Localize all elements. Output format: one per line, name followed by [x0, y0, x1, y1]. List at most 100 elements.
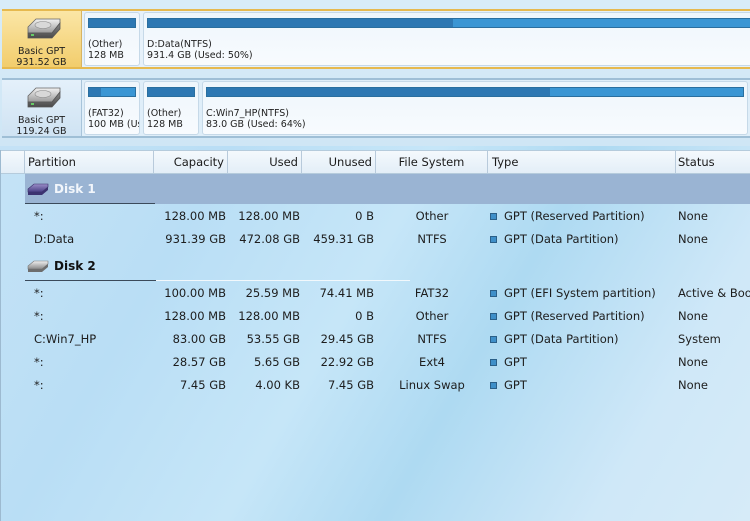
table-row[interactable]: *: 100.00 MB 25.59 MB 74.41 MB FAT32 GPT…: [1, 282, 750, 305]
cell-unused: 0 B: [355, 209, 374, 223]
usage-bar: [147, 18, 750, 28]
partition-block[interactable]: D:Data(NTFS) 931.4 GB (Used: 50%): [143, 12, 750, 66]
header-spacer: [1, 151, 25, 173]
disk-group-name: Disk 1: [54, 182, 96, 196]
cell-type: GPT (Data Partition): [490, 228, 676, 251]
partition-type-icon: [490, 359, 497, 366]
table-row[interactable]: *: 128.00 MB 128.00 MB 0 B Other GPT (Re…: [1, 205, 750, 228]
disk-map-row-disk-1[interactable]: Basic GPT 931.52 GB (Other) 128 MB D:Dat…: [2, 9, 750, 69]
partition-detail: 931.4 GB (Used: 50%): [147, 50, 253, 61]
partition-detail: 83.0 GB (Used: 64%): [206, 119, 306, 130]
list-header: Partition Capacity Used Unused File Syst…: [1, 150, 750, 174]
cell-used: 4.00 KB: [255, 378, 300, 392]
cell-partition: *:: [34, 309, 44, 323]
column-header-capacity[interactable]: Capacity: [154, 151, 228, 173]
partition-label: (Other): [88, 39, 123, 50]
cell-capacity: 83.00 GB: [172, 332, 226, 346]
cell-used: 53.55 GB: [246, 332, 300, 346]
cell-used: 25.59 MB: [245, 286, 300, 300]
cell-type-text: GPT: [504, 355, 527, 369]
disk-map: Basic GPT 931.52 GB (Other) 128 MB D:Dat…: [0, 0, 750, 146]
cell-partition: *:: [34, 209, 44, 223]
cell-used: 128.00 MB: [238, 209, 300, 223]
cell-file-system: NTFS: [417, 332, 447, 346]
partition-list: Partition Capacity Used Unused File Syst…: [0, 150, 750, 521]
table-row[interactable]: *: 128.00 MB 128.00 MB 0 B Other GPT (Re…: [1, 305, 750, 328]
cell-partition: D:Data: [34, 232, 75, 246]
cell-unused: 22.92 GB: [320, 355, 374, 369]
partition-type-icon: [490, 213, 497, 220]
disk-group-header-highlight: [25, 174, 750, 204]
partition-label: D:Data(NTFS): [147, 39, 212, 50]
cell-type-text: GPT (Reserved Partition): [504, 209, 645, 223]
cell-file-system: Ext4: [419, 355, 445, 369]
cell-capacity: 28.57 GB: [172, 355, 226, 369]
disk-size-label: 931.52 GB: [16, 57, 67, 68]
disk-1-info[interactable]: Basic GPT 931.52 GB: [2, 11, 82, 68]
table-row[interactable]: *: 28.57 GB 5.65 GB 22.92 GB Ext4 GPT No…: [1, 351, 750, 374]
column-header-file-system[interactable]: File System: [376, 151, 488, 173]
cell-capacity: 7.45 GB: [179, 378, 226, 392]
cell-type-text: GPT: [504, 378, 527, 392]
cell-used: 128.00 MB: [238, 309, 300, 323]
column-header-unused[interactable]: Unused: [302, 151, 376, 173]
cell-status: System: [678, 332, 721, 346]
cell-type: GPT (Reserved Partition): [490, 205, 676, 228]
cell-partition: *:: [34, 286, 44, 300]
column-header-type[interactable]: Type: [488, 151, 676, 173]
partition-block[interactable]: (Other) 128 MB: [84, 12, 140, 66]
column-header-used[interactable]: Used: [228, 151, 302, 173]
partition-label: (FAT32): [88, 108, 124, 119]
usage-bar: [88, 87, 136, 97]
cell-file-system: Linux Swap: [399, 378, 465, 392]
cell-file-system: Other: [415, 209, 449, 223]
group-divider: [25, 203, 155, 204]
partition-label: (Other): [147, 108, 182, 119]
partition-type-icon: [490, 290, 497, 297]
hard-drive-icon: [27, 18, 61, 39]
cell-type-text: GPT (EFI System partition): [504, 286, 656, 300]
hard-drive-icon: [27, 87, 61, 108]
cell-type: GPT: [490, 374, 676, 397]
cell-unused: 459.31 GB: [313, 232, 374, 246]
disk-type-label: Basic GPT: [17, 46, 66, 57]
cell-capacity: 128.00 MB: [164, 309, 226, 323]
partition-detail: 128 MB: [147, 119, 183, 130]
usage-bar-fill: [148, 88, 194, 96]
cell-status: None: [678, 209, 709, 223]
usage-bar: [206, 87, 744, 97]
partition-detail: 128 MB: [88, 50, 124, 61]
cell-partition: *:: [34, 378, 44, 392]
usage-bar-fill: [89, 19, 135, 27]
cell-type-text: GPT (Data Partition): [504, 232, 619, 246]
disk-2-info[interactable]: Basic GPT 119.24 GB: [2, 80, 82, 137]
usage-bar-fill: [148, 19, 453, 27]
partition-type-icon: [490, 313, 497, 320]
table-row[interactable]: D:Data 931.39 GB 472.08 GB 459.31 GB NTF…: [1, 228, 750, 251]
partition-block[interactable]: C:Win7_HP(NTFS) 83.0 GB (Used: 64%): [202, 81, 748, 135]
partition-detail: 100 MB (Use: [88, 119, 139, 130]
partition-type-icon: [490, 382, 497, 389]
cell-status: None: [678, 309, 709, 323]
cell-type: GPT (Data Partition): [490, 328, 676, 351]
cell-capacity: 931.39 GB: [165, 232, 226, 246]
cell-status: Active & Boot: [678, 286, 750, 300]
disk-map-row-disk-2[interactable]: Basic GPT 119.24 GB (FAT32) 100 MB (Use …: [2, 78, 750, 138]
cell-unused: 74.41 MB: [319, 286, 374, 300]
column-header-status[interactable]: Status: [676, 151, 750, 173]
cell-used: 5.65 GB: [253, 355, 300, 369]
disk-group-name: Disk 2: [54, 259, 96, 273]
cell-partition: C:Win7_HP: [34, 332, 97, 346]
partition-block[interactable]: (FAT32) 100 MB (Use: [84, 81, 140, 135]
disk-icon: [27, 260, 49, 272]
cell-type: GPT: [490, 351, 676, 374]
cell-used: 472.08 GB: [239, 232, 300, 246]
disk-size-label: 119.24 GB: [16, 126, 67, 137]
table-row[interactable]: *: 7.45 GB 4.00 KB 7.45 GB Linux Swap GP…: [1, 374, 750, 397]
partition-type-icon: [490, 336, 497, 343]
cell-file-system: Other: [415, 309, 449, 323]
partition-block[interactable]: (Other) 128 MB: [143, 81, 199, 135]
partition-label: C:Win7_HP(NTFS): [206, 108, 289, 119]
column-header-partition[interactable]: Partition: [25, 151, 154, 173]
table-row[interactable]: C:Win7_HP 83.00 GB 53.55 GB 29.45 GB NTF…: [1, 328, 750, 351]
